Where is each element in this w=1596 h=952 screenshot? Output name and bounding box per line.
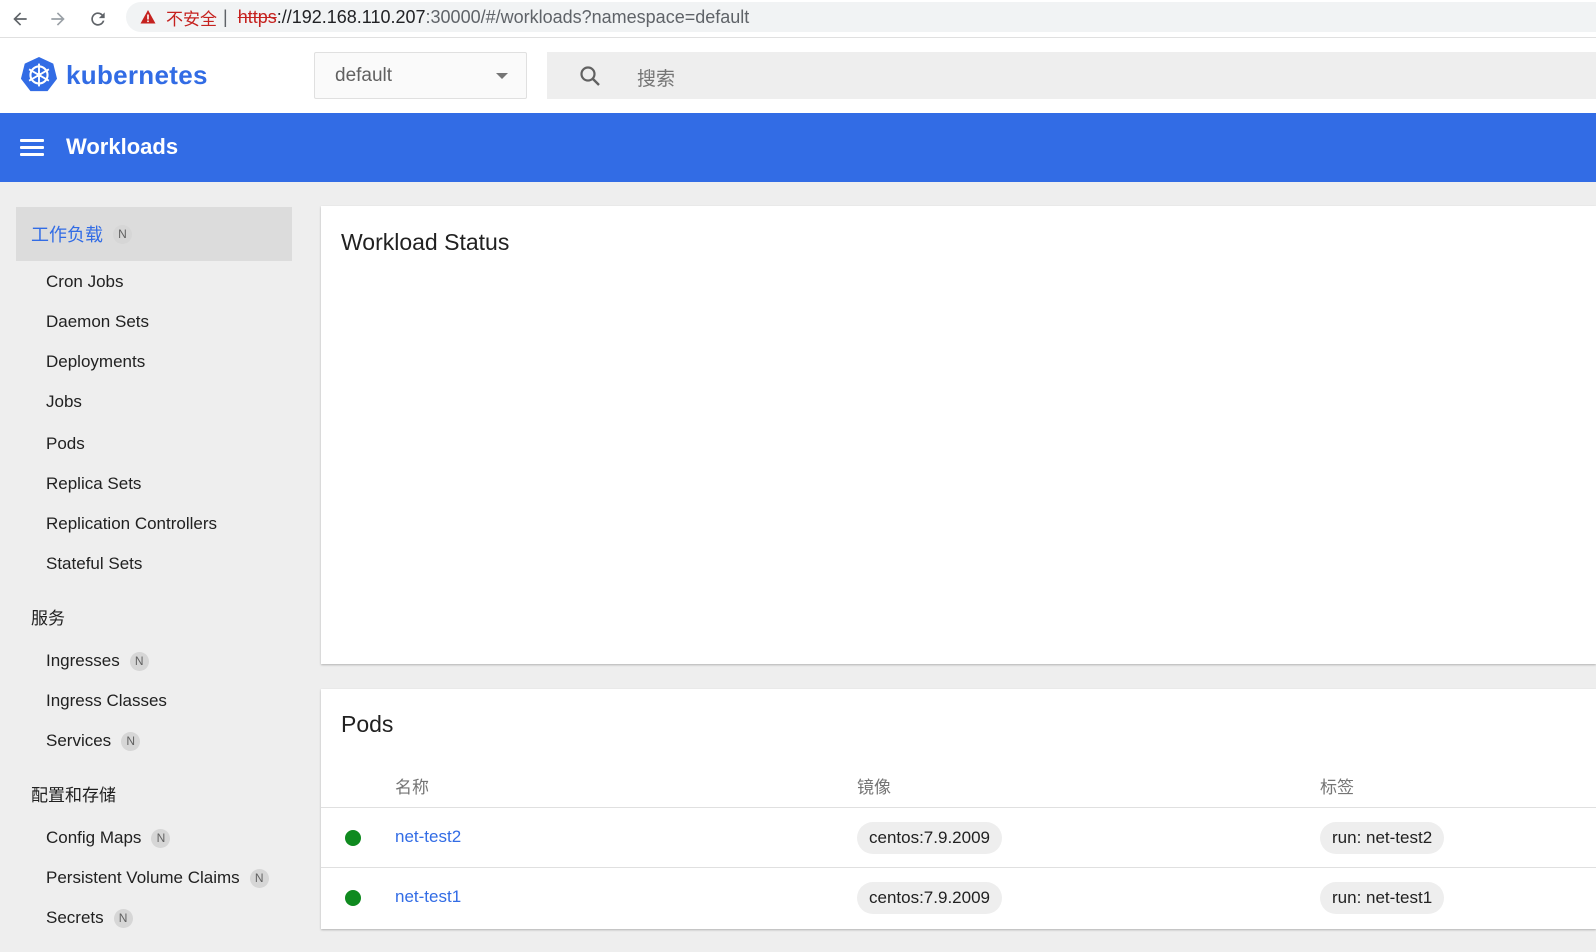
table-row[interactable]: net-test2 centos:7.9.2009 run: net-test2 — [321, 807, 1596, 867]
namespaced-badge: N — [121, 731, 141, 751]
arrow-right-icon — [51, 12, 65, 26]
search-input[interactable]: 搜索 — [547, 52, 1596, 99]
reload-button[interactable] — [78, 3, 118, 35]
sidebar-item-deployments[interactable]: Deployments — [46, 352, 145, 372]
warning-icon — [140, 10, 156, 24]
sidebar-item-ingresses[interactable]: Ingresses N — [46, 651, 149, 671]
image-chip: centos:7.9.2009 — [857, 822, 1002, 854]
url-path: :30000/#/workloads?namespace=default — [425, 6, 750, 27]
workload-status-card: Workload Status — [321, 206, 1596, 664]
url-host: ://192.168.110.207 — [276, 6, 426, 27]
sidebar-item-replication-controllers[interactable]: Replication Controllers — [46, 514, 217, 534]
browser-toolbar: 不安全 | https ://192.168.110.207 :30000/#/… — [0, 0, 1596, 38]
back-button[interactable] — [0, 3, 40, 35]
namespaced-badge: N — [151, 828, 171, 848]
sidebar-item-label: Deployments — [46, 352, 146, 371]
app-header: kubernetes default 搜索 — [0, 38, 1596, 113]
sidebar-item-config-maps[interactable]: Config Maps N — [46, 828, 171, 848]
status-running-icon — [345, 890, 361, 906]
sidebar-item-label: Jobs — [46, 392, 82, 411]
sidebar-item-label: Replication Controllers — [46, 514, 218, 533]
sidebar-item-label: Cron Jobs — [46, 272, 124, 291]
namespace-select[interactable]: default — [314, 52, 527, 99]
page-title: Workloads — [66, 134, 179, 159]
sidebar-item-label: Secrets — [46, 908, 104, 927]
namespaced-badge: N — [113, 224, 132, 244]
kubernetes-logo[interactable]: kubernetes — [20, 56, 208, 94]
table-row[interactable]: net-test1 centos:7.9.2009 run: net-test1 — [321, 867, 1596, 927]
insecure-label: 不安全 — [166, 9, 217, 29]
column-header-name[interactable]: 名称 — [395, 773, 429, 798]
hamburger-menu-icon[interactable] — [20, 139, 44, 157]
arrow-left-icon — [13, 12, 27, 26]
namespaced-badge: N — [129, 651, 149, 671]
logo-text: kubernetes — [66, 59, 208, 90]
namespaced-badge: N — [113, 908, 133, 928]
label-chip: run: net-test2 — [1320, 822, 1445, 854]
sidebar-item-stateful-sets[interactable]: Stateful Sets — [46, 554, 142, 574]
sidebar-item-workloads[interactable]: 工作负载 N — [16, 207, 292, 261]
sidebar-item-label: Services — [46, 731, 112, 750]
sidebar-item-persistent-volume-claims[interactable]: Persistent Volume Claims N — [46, 868, 269, 888]
sidebar-item-label: Ingress Classes — [46, 691, 167, 710]
sidebar-nav: 工作负载 N Cron Jobs Daemon Sets Deployments… — [0, 182, 308, 952]
sidebar-item-label: Pods — [46, 434, 85, 453]
pod-name-link[interactable]: net-test2 — [395, 827, 461, 847]
dropdown-arrow-icon — [496, 73, 508, 79]
kubernetes-wheel-icon — [20, 56, 58, 92]
pods-card: Pods 名称 镜像 标签 net-test2 centos:7.9.2009 … — [321, 689, 1596, 929]
column-header-image: 镜像 — [857, 778, 891, 797]
sidebar-item-ingress-classes[interactable]: Ingress Classes — [46, 691, 167, 711]
image-chip: centos:7.9.2009 — [857, 882, 1002, 914]
status-running-icon — [345, 830, 361, 846]
sidebar-heading-services[interactable]: 服务 — [31, 604, 65, 629]
sidebar-item-daemon-sets[interactable]: Daemon Sets — [46, 312, 149, 332]
sidebar-item-label: Stateful Sets — [46, 554, 143, 573]
pod-name-link[interactable]: net-test1 — [395, 887, 461, 907]
sidebar-item-replica-sets[interactable]: Replica Sets — [46, 474, 141, 494]
sidebar-item-label: 工作负载 — [31, 225, 103, 245]
sidebar-item-label: Daemon Sets — [46, 312, 149, 331]
sidebar-item-label: Persistent Volume Claims — [46, 868, 240, 887]
page-toolbar: Workloads — [0, 113, 1596, 182]
sidebar-item-cron-jobs[interactable]: Cron Jobs — [46, 272, 123, 292]
sidebar-item-jobs[interactable]: Jobs — [46, 392, 82, 412]
search-icon — [580, 66, 600, 86]
reload-icon — [91, 12, 105, 26]
sidebar-item-label: Replica Sets — [46, 474, 142, 493]
url-separator: | — [223, 6, 228, 27]
address-bar[interactable]: 不安全 | https ://192.168.110.207 :30000/#/… — [126, 2, 1596, 32]
search-placeholder: 搜索 — [637, 69, 676, 90]
url-scheme: https — [237, 6, 277, 27]
sidebar-item-services[interactable]: Services N — [46, 731, 141, 751]
forward-button[interactable] — [38, 3, 78, 35]
sidebar-item-pods[interactable]: Pods — [46, 434, 85, 454]
column-header-labels: 标签 — [1320, 778, 1354, 797]
card-title: Pods — [341, 711, 394, 737]
namespaced-badge: N — [249, 868, 269, 888]
card-title: Workload Status — [341, 229, 510, 255]
sidebar-item-secrets[interactable]: Secrets N — [46, 908, 133, 928]
sidebar-item-label: Config Maps — [46, 828, 142, 847]
sidebar-heading-config-storage[interactable]: 配置和存储 — [31, 781, 116, 806]
label-chip: run: net-test1 — [1320, 882, 1445, 914]
sidebar-item-label: Ingresses — [46, 651, 120, 670]
namespace-value: default — [335, 64, 393, 86]
